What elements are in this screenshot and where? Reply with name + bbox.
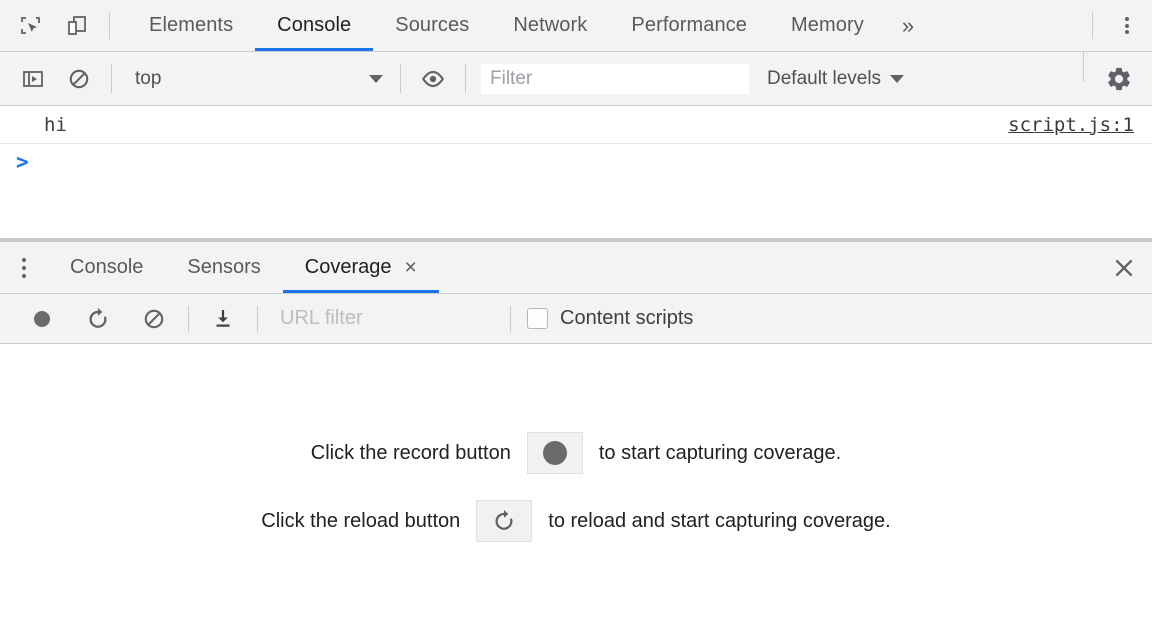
console-toolbar-divider-4 — [1083, 52, 1084, 82]
console-toolbar-divider-2 — [400, 64, 401, 93]
drawer-tab-coverage[interactable]: Coverage × — [283, 242, 439, 293]
coverage-toolbar-divider — [188, 306, 189, 332]
drawer-tab-sensors-label: Sensors — [187, 256, 260, 279]
record-dot — [543, 441, 567, 465]
tab-console-label: Console — [277, 14, 351, 37]
console-message-text: hi — [44, 114, 67, 136]
console-prompt-row[interactable]: > — [0, 144, 1152, 180]
clear-console-icon[interactable] — [56, 52, 102, 106]
coverage-hint-reload-prefix: Click the reload button — [261, 510, 460, 533]
live-expression-icon[interactable] — [410, 52, 456, 106]
chevron-down-icon — [890, 75, 904, 83]
tab-performance-label: Performance — [631, 14, 747, 37]
record-icon[interactable] — [527, 432, 583, 474]
devtools-window: Elements Console Sources Network Perform… — [0, 0, 1152, 638]
content-scripts-label: Content scripts — [560, 307, 693, 330]
tab-sources[interactable]: Sources — [373, 0, 491, 51]
main-toolbar-right — [1083, 0, 1152, 51]
url-filter-input[interactable]: URL filter — [272, 304, 504, 334]
tab-memory[interactable]: Memory — [769, 0, 886, 51]
tab-network[interactable]: Network — [491, 0, 609, 51]
more-tabs-button[interactable]: » — [886, 0, 930, 51]
console-toolbar-divider-3 — [465, 64, 466, 93]
close-tab-icon[interactable]: × — [404, 257, 416, 278]
coverage-toolbar: URL filter Content scripts — [0, 294, 1152, 344]
console-output-area: hi script.js:1 > — [0, 106, 1152, 238]
tab-sources-label: Sources — [395, 14, 469, 37]
inspect-element-icon[interactable] — [8, 0, 54, 51]
close-drawer-button[interactable] — [1096, 242, 1152, 293]
execution-context-value: top — [135, 68, 369, 90]
main-tab-list: Elements Console Sources Network Perform… — [127, 0, 930, 51]
kebab-dot — [1125, 17, 1129, 21]
console-toolbar-end — [1083, 52, 1142, 106]
toolbar-divider-right — [1092, 12, 1093, 39]
devtools-drawer: Console Sensors Coverage × — [0, 238, 1152, 638]
tab-console[interactable]: Console — [255, 0, 373, 51]
drawer-tab-coverage-label: Coverage — [305, 256, 392, 279]
coverage-hint-reload-suffix: to reload and start capturing coverage. — [548, 510, 890, 533]
drawer-kebab-menu-icon[interactable] — [0, 242, 48, 293]
console-toolbar: top Filter Default levels — [0, 52, 1152, 106]
tab-network-label: Network — [513, 14, 587, 37]
url-filter-placeholder: URL filter — [280, 307, 363, 330]
drawer-tab-sensors[interactable]: Sensors — [165, 242, 282, 293]
tab-elements-label: Elements — [149, 14, 233, 37]
record-icon[interactable] — [14, 294, 70, 344]
coverage-empty-state: Click the record button to start capturi… — [0, 344, 1152, 638]
coverage-toolbar-divider-3 — [510, 306, 511, 332]
coverage-hint-record-prefix: Click the record button — [311, 442, 511, 465]
console-toolbar-divider — [111, 64, 112, 93]
content-scripts-checkbox[interactable]: Content scripts — [527, 307, 693, 330]
kebab-dot — [22, 274, 26, 278]
log-levels-label: Default levels — [767, 68, 881, 90]
log-levels-dropdown[interactable]: Default levels — [767, 68, 904, 90]
drawer-tab-console[interactable]: Console — [48, 242, 165, 293]
devtools-main-toolbar: Elements Console Sources Network Perform… — [0, 0, 1152, 52]
drawer-tab-console-label: Console — [70, 256, 143, 279]
console-message-source-link[interactable]: script.js:1 — [1008, 114, 1134, 136]
toolbar-divider — [109, 12, 110, 39]
console-message-row[interactable]: hi script.js:1 — [0, 106, 1152, 144]
console-sidebar-icon[interactable] — [10, 52, 56, 106]
checkbox-box[interactable] — [527, 308, 548, 329]
console-filter-input[interactable]: Filter — [481, 64, 749, 94]
coverage-toolbar-divider-2 — [257, 306, 258, 332]
kebab-dot — [1125, 30, 1129, 34]
gear-icon[interactable] — [1096, 52, 1142, 106]
kebab-dot — [1125, 24, 1129, 28]
clear-icon[interactable] — [126, 294, 182, 344]
coverage-hint-record-suffix: to start capturing coverage. — [599, 442, 841, 465]
kebab-dot — [22, 258, 26, 262]
coverage-hint-record: Click the record button to start capturi… — [311, 432, 841, 474]
tab-performance[interactable]: Performance — [609, 0, 769, 51]
more-tabs-label: » — [902, 13, 914, 39]
drawer-tab-bar: Console Sensors Coverage × — [0, 242, 1152, 294]
export-download-icon[interactable] — [195, 294, 251, 344]
reload-icon[interactable] — [476, 500, 532, 542]
coverage-hint-reload: Click the reload button to reload and st… — [261, 500, 890, 542]
kebab-menu-icon[interactable] — [1102, 0, 1152, 51]
execution-context-selector[interactable]: top — [121, 64, 391, 94]
console-filter-placeholder: Filter — [490, 68, 532, 90]
kebab-dot — [22, 266, 26, 270]
reload-icon[interactable] — [70, 294, 126, 344]
tab-elements[interactable]: Elements — [127, 0, 255, 51]
console-prompt-arrow-icon: > — [16, 150, 29, 174]
tab-memory-label: Memory — [791, 14, 864, 37]
device-toolbar-icon[interactable] — [54, 0, 100, 51]
chevron-down-icon — [369, 75, 383, 83]
